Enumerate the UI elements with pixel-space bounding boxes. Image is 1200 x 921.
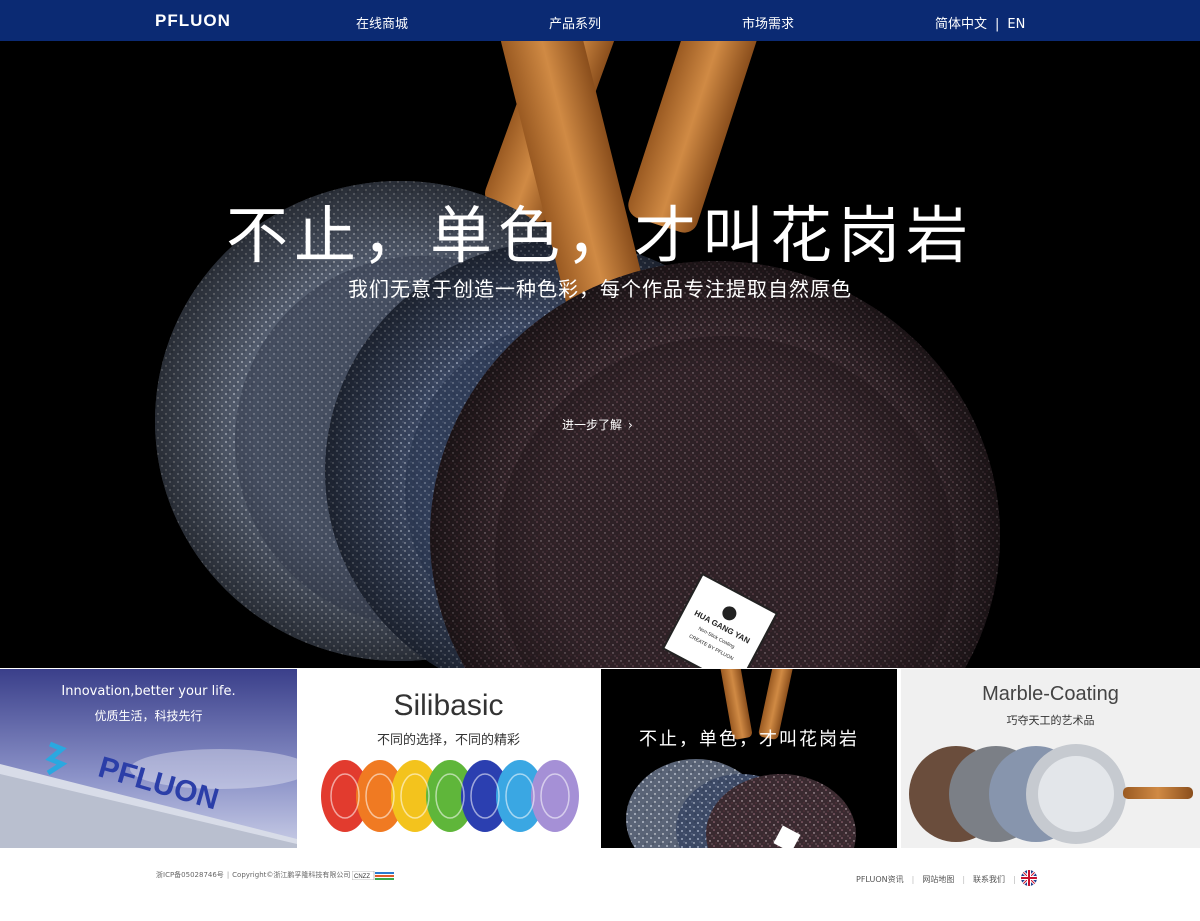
hero-pans-image: HUA GANG YANNon-Stick CoatingCREATE BY P… [155,41,1000,668]
tile-marble-heading: Marble-Coating [982,683,1119,705]
nav-product-series[interactable]: 产品系列 [549,13,601,32]
footer: 浙ICP备05028746号 | Copyright©浙江鹏孚隆科技有限公司 CNZZ… [0,848,1200,921]
nav-market-demand[interactable]: 市场需求 [742,13,794,32]
tile-granite[interactable]: 不止，单色，才叫花岗岩 [601,669,897,848]
hero-banner[interactable]: HUA GANG YAN Non-Stick Coating CREATE BY P… [0,41,1200,668]
tile-innovation-sub: 优质生活，科技先行 [94,709,203,723]
footer-separator: | [226,871,230,879]
learn-more-label: 进一步了解 [562,418,623,432]
tile-marble-sub: 巧夺天工的艺术品 [1006,714,1095,727]
footer-link-news[interactable]: PFLUON资讯 [856,875,904,884]
tile-innovation-heading: Innovation,better your life. [61,684,236,699]
footer-link-contact[interactable]: 联系我们 [973,875,1005,884]
top-nav-bar: PFLUON 在线商城 产品系列 市场需求 简体中文 | EN [0,0,1200,41]
cnzz-badge-icon[interactable]: CNZZ [352,870,395,880]
footer-separator: | [962,875,966,884]
hero-subtitle: 我们无意于创造一种色彩，每个作品专注提取自然原色 [348,277,852,301]
copyright-text: Copyright©浙江鹏孚隆科技有限公司 [232,871,351,879]
language-switcher: 简体中文 | EN [935,13,1025,32]
cnzz-badge-text: CNZZ [354,874,370,880]
pfluon-logo[interactable]: PFLUON [155,11,231,31]
footer-link-sitemap[interactable]: 网站地图 [922,875,954,884]
footer-links: PFLUON资讯 | 网站地图 | 联系我们 | [856,874,1024,885]
nav-online-store[interactable]: 在线商城 [356,13,408,32]
uk-flag-icon[interactable] [1021,870,1037,886]
footer-separator: | [911,875,915,884]
granite-pans-image [601,669,897,848]
tile-innovation[interactable]: PFLUON Innovation,better your life. 优质生活… [0,669,297,848]
lang-english-link[interactable]: EN [1007,17,1025,32]
lang-chinese-link[interactable]: 简体中文 [935,17,987,32]
learn-more-link[interactable]: 进一步了解 › [562,416,633,433]
tile-silibasic[interactable]: Silibasic 不同的选择，不同的精彩 [300,669,597,848]
hero-title: 不止，单色，才叫花岗岩 [225,199,974,272]
feature-tiles: PFLUON Innovation,better your life. 优质生活… [0,669,1200,848]
footer-separator: | [1013,875,1016,884]
tile-silibasic-sub: 不同的选择，不同的精彩 [376,733,520,748]
tile-marble-coating[interactable]: Marble-Coating 巧夺天工的艺术品 [901,669,1200,848]
icp-license-link[interactable]: 浙ICP备05028746号 [156,871,224,879]
footer-legal: 浙ICP备05028746号 | Copyright©浙江鹏孚隆科技有限公司 CNZZ [156,870,395,880]
lang-separator: | [995,17,1000,32]
tile-silibasic-heading: Silibasic [393,689,504,722]
tile-granite-heading: 不止，单色，才叫花岗岩 [639,729,859,750]
chevron-right-icon: › [628,418,633,432]
